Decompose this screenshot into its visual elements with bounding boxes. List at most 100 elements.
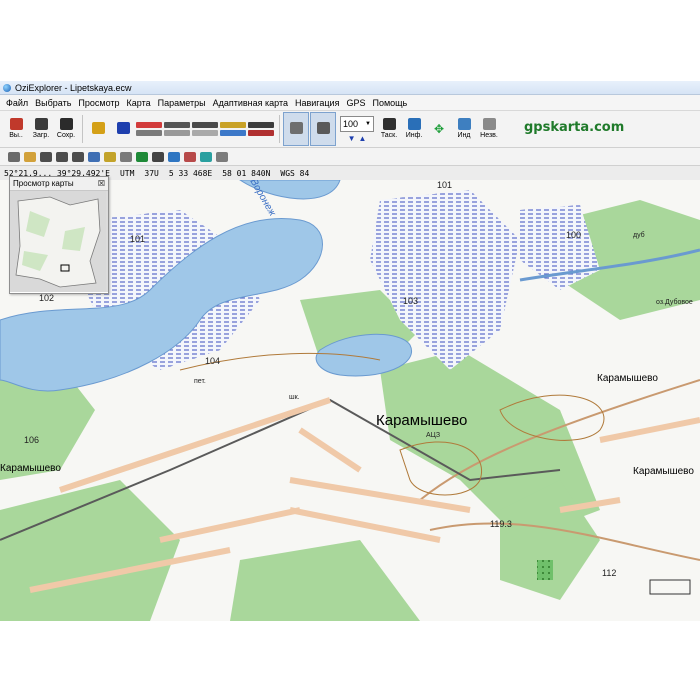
zoom-full-icon[interactable] (72, 151, 84, 162)
cursor-tool-icon[interactable] (8, 151, 20, 162)
save-icon (59, 118, 73, 130)
hide-icon (482, 118, 496, 130)
grid-icon[interactable] (104, 151, 116, 162)
secondary-toolbar (0, 148, 700, 166)
map-info-icon[interactable] (24, 151, 36, 162)
menu-bar: Файл Выбрать Просмотр Карта Параметры Ад… (0, 95, 700, 111)
status-utm-zone: 37U (144, 168, 159, 178)
track-button[interactable]: Таск. (377, 113, 401, 145)
menu-file[interactable]: Файл (6, 98, 28, 108)
status-easting: 5 33 468E (168, 168, 213, 178)
chart-icon[interactable] (184, 151, 196, 162)
zoom-value: 100 (343, 118, 359, 129)
info-button[interactable]: Инф. (402, 113, 426, 145)
zoom-50-icon[interactable] (56, 151, 68, 162)
elevation-label: 119.3 (490, 519, 512, 529)
load-button[interactable]: Загр. (29, 113, 53, 145)
layers-icon[interactable] (88, 151, 100, 162)
info-icon (407, 118, 421, 130)
map-overview-panel[interactable]: Просмотр карты ☒ (9, 176, 109, 294)
page-background (0, 0, 700, 81)
filter-icon[interactable] (200, 151, 212, 162)
zoom-25-icon[interactable] (40, 151, 52, 162)
save-button[interactable]: Сохр. (54, 113, 78, 145)
orchard (537, 560, 553, 580)
mark-icon (192, 122, 218, 128)
elevation-label: 103 (403, 296, 419, 306)
zoom-in-icon[interactable]: ▲ (359, 134, 367, 143)
school-label: шк. (289, 394, 300, 401)
route-button[interactable] (111, 113, 135, 145)
pan-arrows-icon: ✥ (433, 122, 445, 136)
menu-view[interactable]: Просмотр (78, 98, 119, 108)
status-datum: WGS 84 (280, 168, 310, 178)
object-tools[interactable] (220, 113, 246, 145)
overview-title: Просмотр карты (13, 179, 74, 188)
zoom-select[interactable]: 100 ▼ (340, 115, 374, 132)
object-icon (220, 122, 246, 128)
status-northing: 58 01 840N (222, 168, 271, 178)
event-line-icon (164, 130, 190, 136)
event-icon (164, 122, 190, 128)
hide-button[interactable]: Незв. (477, 113, 501, 145)
exit-button[interactable]: Вы.. (4, 113, 28, 145)
target-icon[interactable] (152, 151, 164, 162)
menu-navigation[interactable]: Навигация (295, 98, 339, 108)
village-label: Карамышево (597, 373, 658, 384)
menu-adaptive-map[interactable]: Адаптивная карта (213, 98, 288, 108)
menu-map[interactable]: Карта (127, 98, 151, 108)
overview-map-graphic (10, 191, 106, 292)
index-icon (457, 118, 471, 130)
close-icon[interactable]: ☒ (98, 179, 105, 188)
ruler-icon[interactable] (120, 151, 132, 162)
menu-help[interactable]: Помощь (372, 98, 407, 108)
menu-settings[interactable]: Параметры (158, 98, 206, 108)
waypoint-icon (91, 122, 105, 134)
map-note-label: пет. (194, 378, 206, 385)
exit-icon (9, 118, 23, 130)
zoom-out-icon[interactable]: ▼ (348, 134, 356, 143)
village-label: Карамышево (633, 466, 694, 477)
window-title: OziExplorer - Lipetskaya.ecw (15, 82, 132, 93)
document-icon[interactable] (216, 151, 228, 162)
track-line-icon (136, 130, 162, 136)
index-label: Инд (457, 132, 471, 139)
exit-label: Вы.. (9, 132, 23, 139)
name-tools[interactable] (248, 113, 274, 145)
info-label: Инф. (405, 132, 423, 139)
magnifier-icon (289, 122, 303, 134)
index-button[interactable]: Инд (452, 113, 476, 145)
town-code-label: АЦЗ (426, 432, 441, 439)
load-icon (34, 118, 48, 130)
pen-icon[interactable] (136, 151, 148, 162)
mark-tools[interactable] (192, 113, 218, 145)
forest-label: дуб (633, 232, 645, 239)
elevation-label: 100 (566, 230, 582, 240)
hand-icon (316, 122, 330, 134)
move-map-button[interactable] (310, 112, 336, 146)
hide-label: Незв. (480, 132, 498, 139)
waypoint-button[interactable] (86, 113, 110, 145)
town-label: Карамышево (376, 412, 468, 429)
toolbar-separator (279, 115, 280, 143)
elevation-label: 101 (437, 180, 453, 190)
menu-select[interactable]: Выбрать (35, 98, 71, 108)
brand-watermark: gpskarta.com (524, 120, 625, 135)
zoom-tool-button[interactable] (283, 112, 309, 146)
gps-icon[interactable] (168, 151, 180, 162)
zoom-control: 100 ▼ ▼ ▲ (340, 115, 374, 143)
load-label: Загр. (32, 132, 50, 139)
object-line-icon (220, 130, 246, 136)
overview-map[interactable] (10, 191, 108, 292)
menu-gps[interactable]: GPS (346, 98, 365, 108)
elevation-label: 104 (205, 356, 221, 366)
track-tools[interactable] (136, 113, 162, 145)
name-icon (248, 122, 274, 128)
event-tools[interactable] (164, 113, 190, 145)
track-list-icon (382, 118, 396, 130)
lake-label: оз.Дубовое (656, 299, 693, 306)
region-outline (15, 196, 101, 288)
pan-button[interactable]: ✥ (427, 113, 451, 145)
name-line-icon (248, 130, 274, 136)
elevation-label: 106 (24, 435, 40, 445)
